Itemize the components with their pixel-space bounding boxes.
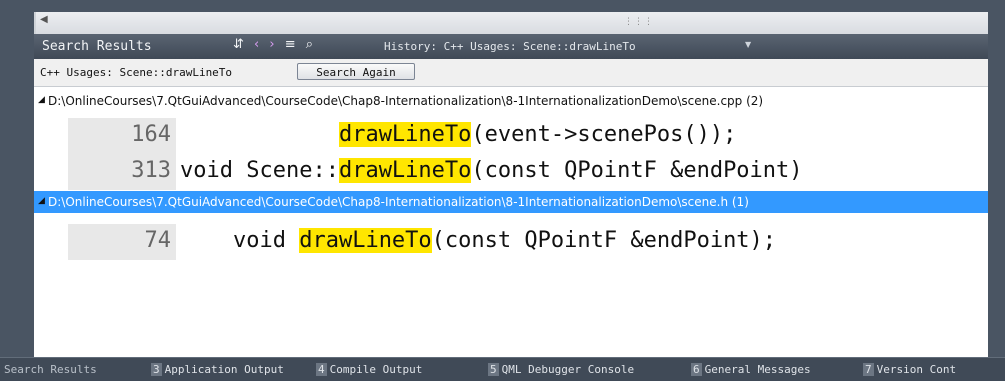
output-pane-tabs: Search Results 3 Application Output 4 Comp…: [0, 357, 1005, 381]
toolbar-icons: ⇵ ‹ › ≡ ⌕: [233, 37, 319, 52]
search-query-label: C++ Usages: Scene::drawLineTo: [40, 66, 233, 79]
match-highlight: drawLineTo: [299, 228, 432, 253]
file-row-scene-h[interactable]: ◢ D:\OnlineCourses\7.QtGuiAdvanced\Cours…: [34, 191, 988, 213]
filter-icon[interactable]: ≡: [285, 37, 296, 52]
result-line[interactable]: 74 void drawLineTo(const QPointF &endPoi…: [34, 224, 988, 260]
prev-arrow-icon[interactable]: ‹: [254, 37, 259, 52]
search-results-toolbar: Search Results ⇵ ‹ › ≡ ⌕ History: C++ Us…: [34, 34, 988, 59]
horizontal-scrollbar[interactable]: ◀ ⋮⋮⋮: [34, 12, 988, 35]
next-arrow-icon[interactable]: ›: [269, 37, 274, 52]
match-highlight: drawLineTo: [338, 158, 472, 183]
result-line[interactable]: 164 drawLineTo(event->scenePos());: [34, 118, 988, 154]
search-again-button[interactable]: Search Again: [297, 63, 415, 80]
code-line: void Scene::drawLineTo(const QPointF &en…: [180, 158, 803, 183]
tab-version-control[interactable]: 7 Version Cont: [863, 363, 956, 376]
window-frame-right: [988, 0, 1005, 380]
tab-application-output[interactable]: 3 Application Output: [151, 363, 284, 376]
expand-triangle-icon[interactable]: ◢: [38, 196, 45, 206]
window-frame-top: [0, 0, 1005, 12]
tab-qml-debugger-console[interactable]: 5 QML Debugger Console: [488, 363, 634, 376]
line-number: 164: [131, 122, 171, 147]
code-line: void drawLineTo(const QPointF &endPoint)…: [180, 228, 777, 253]
tab-compile-output[interactable]: 4 Compile Output: [316, 363, 422, 376]
tab-general-messages[interactable]: 6 General Messages: [691, 363, 811, 376]
search-icon[interactable]: ⌕: [306, 37, 313, 52]
scroll-left-arrow-icon[interactable]: ◀: [40, 14, 48, 25]
line-number: 313: [131, 158, 171, 183]
window-frame-left: [0, 0, 20, 380]
code-line: drawLineTo(event->scenePos());: [338, 122, 737, 147]
expand-triangle-icon[interactable]: ◢: [38, 95, 45, 105]
scroll-grip-icon[interactable]: ⋮⋮⋮: [624, 17, 654, 27]
line-number: 74: [144, 228, 172, 253]
expand-collapse-icon[interactable]: ⇵: [233, 37, 244, 52]
file-row-scene-cpp[interactable]: ◢ D:\OnlineCourses\7.QtGuiAdvanced\Cours…: [34, 90, 988, 112]
file-path: D:\OnlineCourses\7.QtGuiAdvanced\CourseC…: [48, 94, 764, 108]
panel-title: Search Results: [42, 39, 152, 54]
chevron-down-icon[interactable]: ▼: [745, 40, 751, 49]
search-info-bar: C++ Usages: Scene::drawLineTo Search Aga…: [34, 59, 988, 87]
file-path: D:\OnlineCourses\7.QtGuiAdvanced\CourseC…: [48, 195, 749, 209]
result-line[interactable]: 313 void Scene::drawLineTo(const QPointF…: [34, 154, 988, 190]
history-selector[interactable]: History: C++ Usages: Scene::drawLineTo: [384, 40, 636, 53]
match-highlight: drawLineTo: [338, 122, 472, 147]
results-tree: ◢ D:\OnlineCourses\7.QtGuiAdvanced\Cours…: [34, 87, 988, 357]
tab-search-results[interactable]: Search Results: [4, 363, 97, 376]
